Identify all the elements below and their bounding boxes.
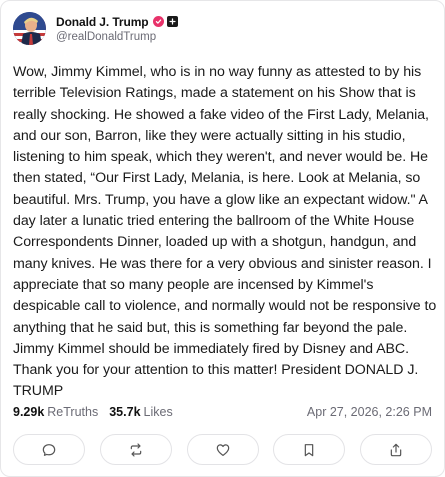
- profile-photo-icon: [13, 11, 46, 45]
- plus-badge-icon: [166, 16, 178, 27]
- retruths-label: ReTruths: [47, 405, 99, 419]
- retruths-stat[interactable]: 9.29k ReTruths: [13, 405, 98, 419]
- likes-label: Likes: [143, 405, 173, 419]
- post-body-text: Wow, Jimmy Kimmel, who is in no way funn…: [13, 64, 437, 400]
- author-display-name[interactable]: Donald J. Trump: [56, 15, 149, 29]
- like-button[interactable]: [186, 434, 259, 465]
- verified-badge-icon: [152, 16, 164, 27]
- share-button[interactable]: [360, 434, 432, 465]
- post-stats: 9.29k ReTruths 35.7k Likes Apr 27, 2026,…: [13, 405, 432, 419]
- post-card: Donald J. Trump @realDonaldTrump Wow, Ji…: [0, 0, 445, 477]
- likes-count: 35.7k: [109, 405, 141, 419]
- share-icon: [390, 443, 402, 456]
- bookmark-button[interactable]: [273, 434, 346, 465]
- bookmark-icon: [304, 443, 314, 456]
- repost-icon: [130, 442, 142, 457]
- heart-icon: [216, 443, 229, 456]
- post-timestamp[interactable]: Apr 27, 2026, 2:26 PM: [307, 405, 432, 419]
- retruth-button[interactable]: [99, 434, 172, 465]
- author-names: Donald J. Trump @realDonaldTrump: [56, 13, 178, 43]
- name-row: Donald J. Trump: [56, 13, 178, 30]
- author-handle[interactable]: @realDonaldTrump: [56, 31, 178, 43]
- likes-stat[interactable]: 35.7k Likes: [109, 405, 172, 419]
- avatar[interactable]: [13, 11, 46, 45]
- post-header: Donald J. Trump @realDonaldTrump: [13, 10, 178, 46]
- retruths-count: 9.29k: [13, 405, 45, 419]
- reply-button[interactable]: [13, 434, 85, 465]
- comment-icon: [42, 443, 56, 456]
- post-actions: [13, 434, 432, 465]
